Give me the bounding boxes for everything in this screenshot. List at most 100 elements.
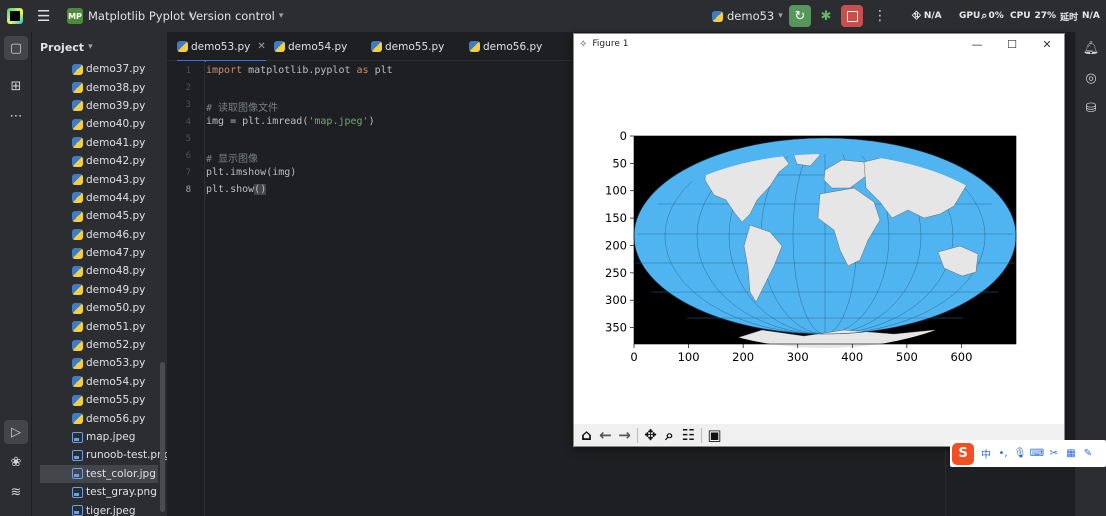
image-file-icon [72,486,83,498]
file-tree-item[interactable]: demo51.py [32,317,167,335]
file-tree-item[interactable]: demo48.py [32,262,167,280]
minimize-icon[interactable]: — [962,34,992,54]
keyboard-icon[interactable]: ⌨ [1029,446,1045,462]
line-number: 7 [185,168,191,178]
project-switcher[interactable]: MP Matplotlib Pyplot ▾ [67,0,193,32]
file-name: demo41.py [86,136,146,149]
zoom-icon[interactable]: ⌕ [660,426,679,445]
file-name: test_gray.png [86,486,157,499]
line-number: 8 [185,185,191,195]
file-tree-item[interactable]: test_color.jpg [40,464,158,483]
file-tree-item[interactable]: demo41.py [32,134,167,152]
y-tick-label: 50 [612,156,627,170]
project-tool-icon[interactable]: ▢ [4,36,28,60]
file-tree-item[interactable]: demo46.py [32,226,167,244]
file-tree-item[interactable]: runoob-test.png [32,446,167,464]
back-icon[interactable]: ← [596,426,615,445]
code-token: 'map.jpeg' [308,116,369,127]
notifications-icon[interactable]: 🔔︎ [1081,38,1101,58]
file-tree-item[interactable]: demo50.py [32,299,167,317]
file-name: demo42.py [86,155,146,168]
project-scrollbar[interactable] [160,362,165,512]
search-icon[interactable]: ⌕ [981,9,987,23]
project-panel-header[interactable]: Project ▾ [32,32,167,62]
editor-tab[interactable]: demo53.py ✕ [177,32,266,62]
file-tree-item[interactable]: demo47.py [32,244,167,262]
code-token: ) [368,116,375,127]
file-name: demo48.py [86,265,146,278]
maximize-icon[interactable]: ☐ [997,34,1027,54]
file-tree-item[interactable]: demo44.py [32,189,167,207]
project-badge: MP [67,8,83,24]
file-tree-item[interactable]: demo49.py [32,281,167,299]
code-token: matplotlib.pyplot [242,65,357,76]
python-file-icon [72,247,83,259]
debug-button[interactable]: ✱ [815,5,837,27]
close-icon[interactable]: ✕ [1032,34,1062,54]
skin-icon[interactable]: ✂ [1046,446,1062,462]
figure-canvas[interactable]: 0 50 100 150 200 250 300 350 0 100 200 300 400 500 60… [574,54,1064,424]
run-config-selector[interactable]: demo53 ▾ [712,0,783,32]
database-icon[interactable]: ⛁ [1081,98,1101,118]
file-tree-item[interactable]: demo42.py [32,152,167,170]
ai-assistant-icon[interactable]: ◎ [1081,68,1101,88]
file-tree-item[interactable]: demo38.py [32,78,167,96]
hamburger-icon[interactable]: ☰ [37,0,50,32]
file-tree-item[interactable]: demo40.py [32,115,167,133]
ime-logo[interactable]: S [952,442,974,465]
file-tree-item[interactable]: test_gray.png [32,483,167,501]
file-tree-item[interactable]: demo45.py [32,207,167,225]
file-tree-item[interactable]: demo37.py [32,60,167,78]
file-tree-item[interactable]: demo53.py [32,354,167,372]
code-line: import matplotlib.pyplot as plt [206,65,393,82]
latency-label: 延时 [1060,12,1079,23]
configure-subplots-icon[interactable]: ☷ [679,426,698,445]
stop-button[interactable] [841,5,863,27]
file-tree-item[interactable]: demo52.py [32,336,167,354]
run-tool-icon[interactable]: ▷ [4,420,28,444]
rerun-button[interactable]: ↻ [789,5,811,27]
y-tick-label: 300 [605,293,627,307]
structure-tool-icon[interactable]: ⊞ [4,74,28,98]
python-file-icon [72,100,83,112]
file-name: demo52.py [86,339,146,352]
code-token: # 读取图像文件 [206,103,279,114]
pan-icon[interactable]: ✥ [641,426,660,445]
file-tree-item[interactable]: tiger.jpeg [32,501,167,516]
app-logo-icon[interactable] [7,0,25,32]
more-tools-icon[interactable]: ⋯ [4,104,28,128]
editor-tab[interactable]: demo54.py [274,32,347,61]
home-icon[interactable]: ⌂ [577,426,596,445]
save-icon[interactable]: ▣ [705,426,724,445]
python-file-icon [72,394,83,406]
close-tab-icon[interactable]: ✕ [257,41,265,52]
python-console-icon[interactable]: ❀ [4,450,28,474]
more-vertical-icon[interactable]: ⋮ [873,0,887,32]
grid-icon[interactable]: ▦ [1063,446,1079,462]
file-name: map.jpeg [86,431,136,443]
file-tree-item[interactable]: demo39.py [32,97,167,115]
version-control-menu[interactable]: Version control ▾ [189,0,283,32]
line-number: 4 [185,117,191,127]
python-file-icon [177,41,188,52]
file-tree-item[interactable]: demo56.py [32,409,167,427]
figure-title-bar[interactable]: ✧ Figure 1 — ☐ ✕ [574,34,1064,54]
file-name: demo38.py [86,81,146,94]
python-file-icon [72,63,83,75]
ime-mode-toggle[interactable]: 中 [978,446,994,462]
tools-icon[interactable]: ✎ [1080,446,1096,462]
file-tree-item[interactable]: map.jpeg [32,428,167,446]
file-tree-item[interactable]: demo43.py [32,170,167,188]
editor-tab[interactable]: demo55.py [371,32,444,61]
chevron-down-icon: ▾ [778,11,783,21]
microphone-icon[interactable]: 🎙︎ [1012,446,1028,462]
layers-icon[interactable]: ≋ [4,480,28,504]
file-tree-item[interactable]: demo54.py [32,373,167,391]
forward-icon[interactable]: → [615,426,634,445]
code-editor[interactable]: import matplotlib.pyplot as plt # 读取图像文件 i… [206,61,573,516]
editor-tab[interactable]: demo56.py [469,32,542,61]
y-tick-label: 350 [605,321,627,335]
network-status: ⛗ N/A [912,0,942,32]
file-tree-item[interactable]: demo55.py [32,391,167,409]
punctuation-icon[interactable]: •, [995,446,1011,462]
